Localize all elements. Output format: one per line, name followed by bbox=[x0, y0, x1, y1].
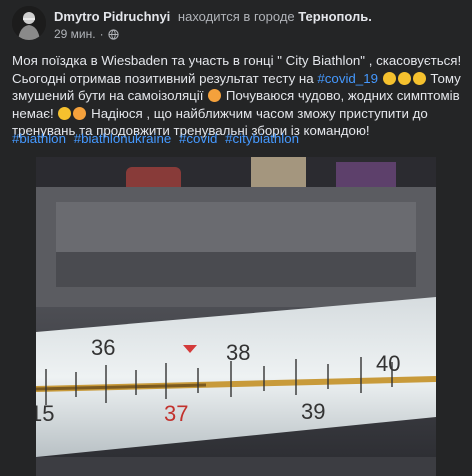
emoji-sad-icon bbox=[208, 89, 222, 102]
hashtag-covid[interactable]: #covid bbox=[179, 131, 217, 146]
location-city[interactable]: Тернополь. bbox=[298, 9, 372, 24]
avatar[interactable] bbox=[12, 6, 46, 40]
post-photo[interactable]: 36 38 40 15 37 39 bbox=[36, 157, 436, 476]
post-header: Dmytro Pidruchnyi находится в городе Тер… bbox=[12, 6, 460, 42]
hashtag-biathlon[interactable]: #biathlon bbox=[12, 131, 66, 146]
post-text: Моя поїздка в Wiesbaden та участь в гонц… bbox=[12, 52, 464, 140]
emoji-rolling-eyes-icon bbox=[58, 106, 72, 120]
scale-label-36: 36 bbox=[91, 335, 115, 360]
emoji-grimace-icon bbox=[382, 71, 396, 85]
post-meta: 29 мин. · bbox=[54, 27, 119, 41]
thermometer-photo: 36 38 40 15 37 39 bbox=[36, 157, 436, 476]
hashtag-covid19[interactable]: #covid_19 bbox=[317, 71, 378, 86]
post: Dmytro Pidruchnyi находится в городе Тер… bbox=[0, 0, 472, 476]
scale-label-39: 39 bbox=[301, 399, 325, 424]
author-line: Dmytro Pidruchnyi находится в городе Тер… bbox=[54, 9, 372, 24]
author-name[interactable]: Dmytro Pidruchnyi bbox=[54, 9, 170, 24]
globe-icon bbox=[107, 28, 119, 40]
hashtag-biathlonukraine[interactable]: #biathlonukraine bbox=[74, 131, 172, 146]
location-prefix: находится в городе bbox=[177, 9, 295, 24]
scale-label-40: 40 bbox=[376, 351, 400, 376]
scale-label-37: 37 bbox=[164, 401, 188, 426]
scale-label-15: 15 bbox=[36, 401, 54, 426]
hashtag-list: #biathlon #biathlonukraine #covid #cityb… bbox=[12, 131, 303, 146]
avatar-image bbox=[12, 6, 46, 40]
emoji-thinking-icon bbox=[73, 106, 87, 120]
emoji-scream-icon bbox=[412, 71, 426, 85]
scale-label-38: 38 bbox=[226, 340, 250, 365]
emoji-worried-icon bbox=[397, 71, 411, 85]
timestamp[interactable]: 29 мин. bbox=[54, 27, 96, 41]
hashtag-citybiathlon[interactable]: #citybiathlon bbox=[225, 131, 299, 146]
